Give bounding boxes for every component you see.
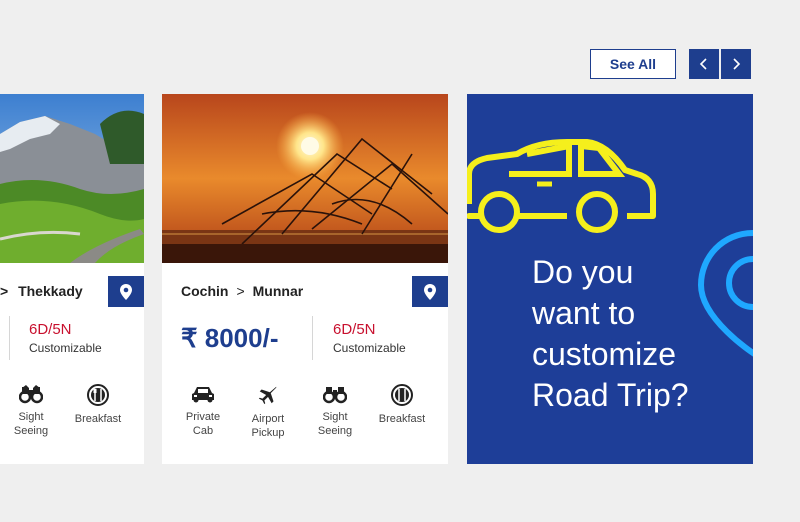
map-pin-icon <box>120 283 132 300</box>
amenity-label: Sight <box>18 411 44 423</box>
trip-duration: 6D/5N <box>29 321 72 338</box>
route-separator: > <box>0 283 9 299</box>
amenity-sight-seeing: Sight Seeing <box>1 384 61 438</box>
amenity-airport-pickup: Airport Pickup <box>238 384 298 440</box>
package-price: ₹ 8000/- <box>181 323 279 353</box>
package-card[interactable]: Cochin > Munnar ₹ 8000/- 6D/5N Customizabl… <box>162 94 448 464</box>
package-card[interactable]: > Thekkady 6D/5N Customizable Sight Seei… <box>0 94 144 464</box>
promo-line: Do you <box>532 254 634 290</box>
promo-headline: Do you want to customize Road Trip? <box>532 252 732 416</box>
promo-line: customize <box>532 336 677 372</box>
package-image-mountains <box>0 94 144 263</box>
map-pin-button[interactable] <box>108 276 144 307</box>
amenity-label: Pickup <box>251 427 285 439</box>
chevron-right-icon <box>733 58 741 70</box>
promo-line: want to <box>532 295 636 331</box>
map-pin-button[interactable] <box>412 276 448 307</box>
airplane-icon <box>258 386 277 405</box>
car-outline-icon <box>467 139 656 233</box>
see-all-button[interactable]: See All <box>590 49 676 79</box>
amenity-label: Cab <box>192 425 214 437</box>
carousel-prev-button[interactable] <box>689 49 719 79</box>
customizable-label: Customizable <box>333 341 406 355</box>
amenity-label: Breakfast <box>378 413 426 425</box>
amenity-label: Airport <box>251 413 285 425</box>
binoculars-icon <box>323 387 347 404</box>
promo-line: Road Trip? <box>532 377 689 413</box>
route-label: > Thekkady <box>0 283 83 299</box>
route-separator: > <box>236 283 245 299</box>
trip-duration: 6D/5N <box>333 321 376 338</box>
map-pin-icon <box>424 283 436 300</box>
amenity-label: Sight <box>322 411 348 423</box>
amenity-label: Breakfast <box>74 413 122 425</box>
customize-road-trip-card[interactable]: Do you want to customize Road Trip? <box>467 94 753 464</box>
route-origin: Cochin <box>181 283 229 299</box>
amenity-private-cab: Private Cab <box>173 384 233 438</box>
amenity-breakfast: Breakfast <box>372 384 432 426</box>
route-destination: Thekkady <box>18 283 83 299</box>
plate-icon <box>87 384 109 406</box>
plate-icon <box>391 384 413 406</box>
chevron-left-icon <box>699 58 707 70</box>
route-label: Cochin > Munnar <box>181 283 303 299</box>
car-icon <box>192 387 214 403</box>
divider <box>312 316 313 360</box>
amenity-breakfast: Breakfast <box>68 384 128 426</box>
divider <box>9 316 10 360</box>
amenity-label: Seeing <box>317 425 353 437</box>
route-destination: Munnar <box>252 283 304 299</box>
amenity-label: Private <box>185 411 221 423</box>
package-image-sunset-nets <box>162 94 448 263</box>
binoculars-icon <box>19 385 43 404</box>
amenity-label: Seeing <box>13 425 49 437</box>
carousel-next-button[interactable] <box>721 49 751 79</box>
customizable-label: Customizable <box>29 341 102 355</box>
amenity-sight-seeing: Sight Seeing <box>305 384 365 438</box>
